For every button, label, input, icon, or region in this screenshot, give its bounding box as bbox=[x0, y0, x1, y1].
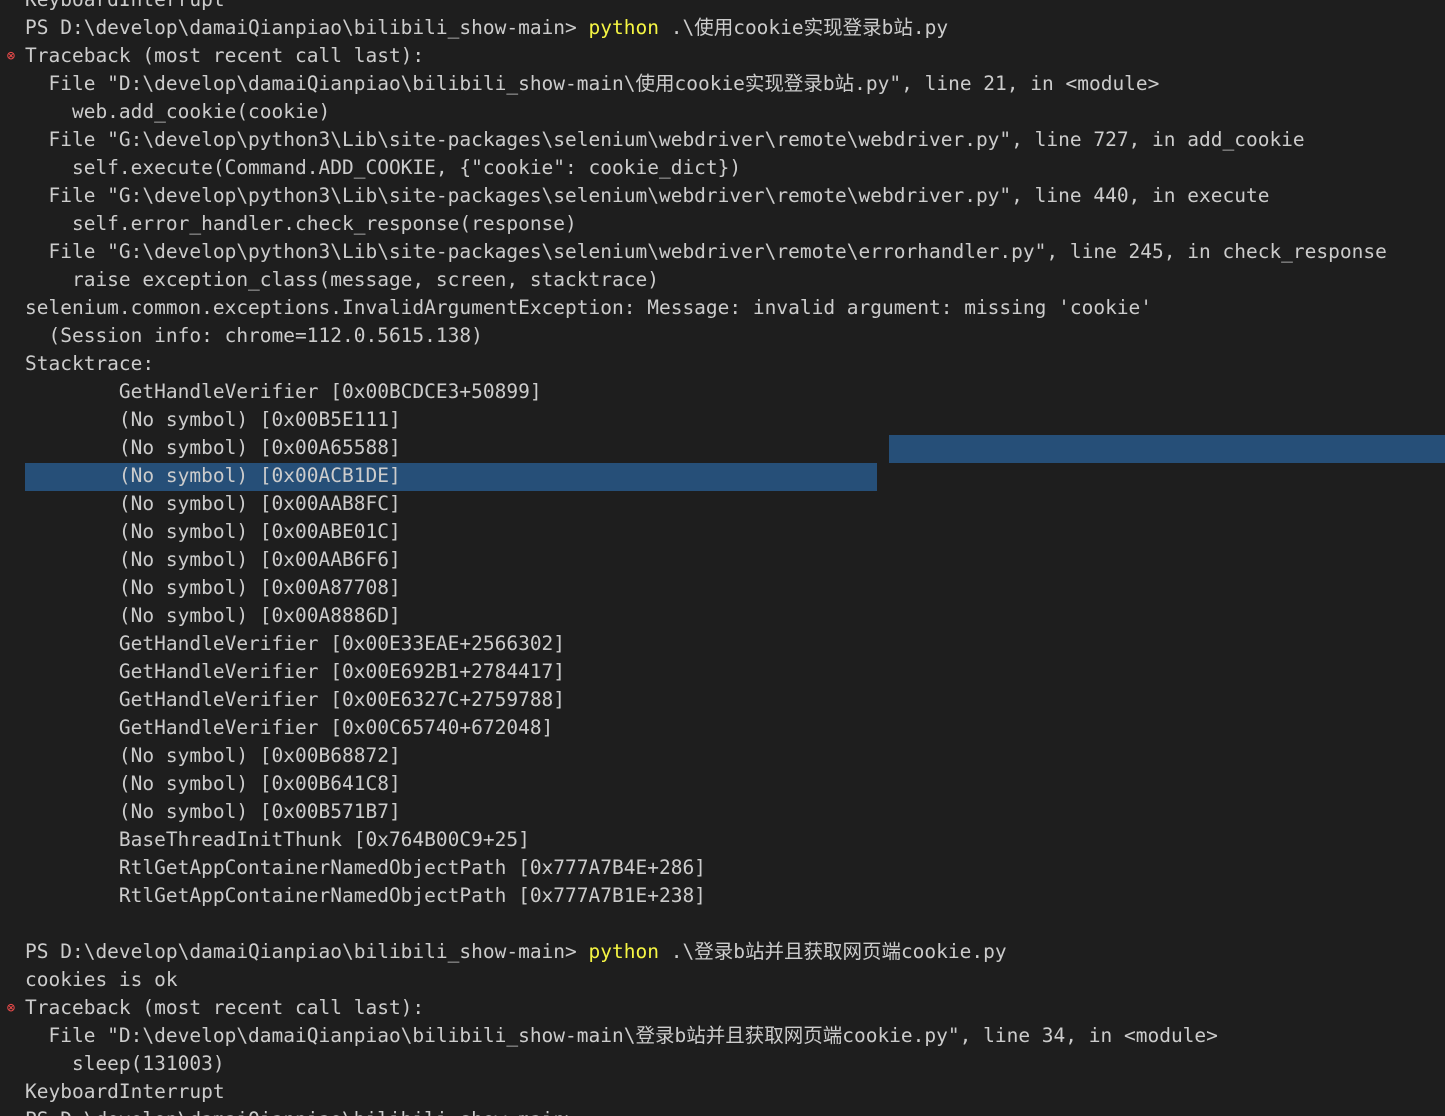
line-text: (No symbol) [0x00AAB8FC] bbox=[25, 492, 401, 515]
line-text: (No symbol) [0x00A8886D] bbox=[25, 604, 401, 627]
line-text: cookies is ok bbox=[25, 968, 178, 991]
line-text: RtlGetAppContainerNamedObjectPath [0x777… bbox=[25, 856, 706, 879]
line-text: web.add_cookie(cookie) bbox=[25, 100, 331, 123]
line-text: (No symbol) [0x00A65588] bbox=[25, 436, 401, 459]
terminal-line: PS D:\develop\damaiQianpiao\bilibili_sho… bbox=[0, 1106, 1445, 1116]
line-text: (No symbol) [0x00B68872] bbox=[25, 744, 401, 767]
command-name: python bbox=[588, 940, 659, 963]
terminal-line: ⊗ Traceback (most recent call last): bbox=[0, 42, 1445, 70]
line-text: RtlGetAppContainerNamedObjectPath [0x777… bbox=[25, 884, 706, 907]
prompt-line: PS D:\develop\damaiQianpiao\bilibili_sho… bbox=[0, 938, 1445, 966]
line-text: Traceback (most recent call last): bbox=[25, 996, 425, 1019]
line-text: Traceback (most recent call last): bbox=[25, 44, 425, 67]
line-text: (No symbol) [0x00ACB1DE] bbox=[25, 464, 401, 487]
line-text: PS D:\develop\damaiQianpiao\bilibili_sho… bbox=[25, 1108, 589, 1116]
prompt-text: PS D:\develop\damaiQianpiao\bilibili_sho… bbox=[25, 16, 589, 39]
terminal-line: File "G:\develop\python3\Lib\site-packag… bbox=[0, 182, 1445, 210]
terminal-line: (No symbol) [0x00B571B7] bbox=[0, 798, 1445, 826]
line-text: GetHandleVerifier [0x00E692B1+2784417] bbox=[25, 660, 566, 683]
line-text: GetHandleVerifier [0x00C65740+672048] bbox=[25, 716, 554, 739]
terminal-line: (No symbol) [0x00A8886D] bbox=[0, 602, 1445, 630]
terminal-line: (Session info: chrome=112.0.5615.138) bbox=[0, 322, 1445, 350]
terminal-line: (No symbol) [0x00AAB6F6] bbox=[0, 546, 1445, 574]
terminal-line: (No symbol) [0x00A65588] bbox=[0, 434, 1445, 462]
terminal-line: GetHandleVerifier [0x00BCDCE3+50899] bbox=[0, 378, 1445, 406]
terminal-line: File "D:\develop\damaiQianpiao\bilibili_… bbox=[0, 1022, 1445, 1050]
line-text: (No symbol) [0x00B641C8] bbox=[25, 772, 401, 795]
line-text: GetHandleVerifier [0x00E6327C+2759788] bbox=[25, 688, 566, 711]
line-text: Stacktrace: bbox=[25, 352, 155, 375]
terminal-line: BaseThreadInitThunk [0x764B00C9+25] bbox=[0, 826, 1445, 854]
terminal-line: ⊗ Traceback (most recent call last): bbox=[0, 994, 1445, 1022]
terminal-line: GetHandleVerifier [0x00E6327C+2759788] bbox=[0, 686, 1445, 714]
terminal-line: sleep(131003) bbox=[0, 1050, 1445, 1078]
terminal-output[interactable]: KeyboardInterrupt PS D:\develop\damaiQian… bbox=[0, 0, 1445, 1116]
terminal-line: selenium.common.exceptions.InvalidArgume… bbox=[0, 294, 1445, 322]
line-text: File "D:\develop\damaiQianpiao\bilibili_… bbox=[25, 72, 1160, 95]
line-text: File "G:\develop\python3\Lib\site-packag… bbox=[25, 240, 1387, 263]
line-text: GetHandleVerifier [0x00E33EAE+2566302] bbox=[25, 632, 566, 655]
terminal-line: (No symbol) [0x00A87708] bbox=[0, 574, 1445, 602]
terminal-line: Stacktrace: bbox=[0, 350, 1445, 378]
line-text: KeyboardInterrupt bbox=[25, 1080, 225, 1103]
command-args: .\登录b站并且获取网页端cookie.py bbox=[658, 940, 1007, 963]
terminal-line: GetHandleVerifier [0x00E33EAE+2566302] bbox=[0, 630, 1445, 658]
terminal-line: (No symbol) [0x00AAB8FC] bbox=[0, 490, 1445, 518]
line-text: (No symbol) [0x00A87708] bbox=[25, 576, 401, 599]
terminal-line: (No symbol) [0x00B68872] bbox=[0, 742, 1445, 770]
error-icon[interactable]: ⊗ bbox=[3, 994, 19, 1022]
line-text: (No symbol) [0x00B571B7] bbox=[25, 800, 401, 823]
terminal-line: (No symbol) [0x00B641C8] bbox=[0, 770, 1445, 798]
line-text: File "G:\develop\python3\Lib\site-packag… bbox=[25, 184, 1270, 207]
terminal-line: GetHandleVerifier [0x00E692B1+2784417] bbox=[0, 658, 1445, 686]
terminal-line: self.error_handler.check_response(respon… bbox=[0, 210, 1445, 238]
terminal-line: File "G:\develop\python3\Lib\site-packag… bbox=[0, 238, 1445, 266]
terminal-line: File "D:\develop\damaiQianpiao\bilibili_… bbox=[0, 70, 1445, 98]
line-text: BaseThreadInitThunk [0x764B00C9+25] bbox=[25, 828, 530, 851]
terminal-line: (No symbol) [0x00ABE01C] bbox=[0, 518, 1445, 546]
line-text: sleep(131003) bbox=[25, 1052, 225, 1075]
terminal-line: self.execute(Command.ADD_COOKIE, {"cooki… bbox=[0, 154, 1445, 182]
line-text: (Session info: chrome=112.0.5615.138) bbox=[25, 324, 483, 347]
line-text: (No symbol) [0x00AAB6F6] bbox=[25, 548, 401, 571]
terminal-line: cookies is ok bbox=[0, 966, 1445, 994]
error-icon[interactable]: ⊗ bbox=[3, 42, 19, 70]
command-name: python bbox=[588, 16, 659, 39]
line-text: GetHandleVerifier [0x00BCDCE3+50899] bbox=[25, 380, 542, 403]
terminal-line: (No symbol) [0x00B5E111] bbox=[0, 406, 1445, 434]
prompt-line: PS D:\develop\damaiQianpiao\bilibili_sho… bbox=[0, 14, 1445, 42]
terminal-line: KeyboardInterrupt bbox=[0, 0, 1445, 14]
command-args: .\使用cookie实现登录b站.py bbox=[658, 16, 949, 39]
line-text: (No symbol) [0x00B5E111] bbox=[25, 408, 401, 431]
terminal-line: GetHandleVerifier [0x00C65740+672048] bbox=[0, 714, 1445, 742]
line-text: self.error_handler.check_response(respon… bbox=[25, 212, 577, 235]
line-text: File "D:\develop\damaiQianpiao\bilibili_… bbox=[25, 1024, 1218, 1047]
prompt-text: PS D:\develop\damaiQianpiao\bilibili_sho… bbox=[25, 940, 589, 963]
terminal-line: RtlGetAppContainerNamedObjectPath [0x777… bbox=[0, 882, 1445, 910]
line-text: (No symbol) [0x00ABE01C] bbox=[25, 520, 401, 543]
terminal-panel[interactable]: KeyboardInterrupt PS D:\develop\damaiQian… bbox=[0, 0, 1445, 1116]
terminal-line: web.add_cookie(cookie) bbox=[0, 98, 1445, 126]
line-text: File "G:\develop\python3\Lib\site-packag… bbox=[25, 128, 1305, 151]
line-text: KeyboardInterrupt bbox=[25, 0, 225, 11]
line-text: raise exception_class(message, screen, s… bbox=[25, 268, 659, 291]
terminal-line: RtlGetAppContainerNamedObjectPath [0x777… bbox=[0, 854, 1445, 882]
terminal-line: (No symbol) [0x00ACB1DE] bbox=[0, 462, 1445, 490]
terminal-line: File "G:\develop\python3\Lib\site-packag… bbox=[0, 126, 1445, 154]
terminal-line: raise exception_class(message, screen, s… bbox=[0, 266, 1445, 294]
terminal-line: KeyboardInterrupt bbox=[0, 1078, 1445, 1106]
line-text: self.execute(Command.ADD_COOKIE, {"cooki… bbox=[25, 156, 742, 179]
line-text: selenium.common.exceptions.InvalidArgume… bbox=[25, 296, 1153, 319]
